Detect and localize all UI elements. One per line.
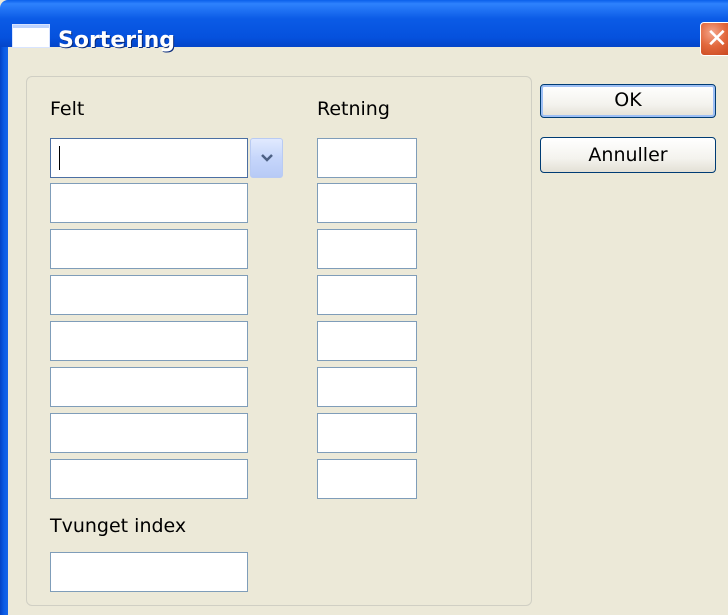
retning-label: Retning	[317, 98, 390, 120]
retning-field-5[interactable]	[317, 321, 417, 361]
ok-button[interactable]: OK	[540, 84, 716, 118]
felt-field-5[interactable]	[50, 321, 248, 361]
retning-field-3[interactable]	[317, 229, 417, 269]
retning-field-1[interactable]	[317, 138, 417, 178]
felt-dropdown-button[interactable]	[250, 138, 283, 178]
felt-field-8[interactable]	[50, 459, 248, 499]
text-caret	[59, 146, 60, 170]
felt-field-6[interactable]	[50, 367, 248, 407]
felt-label: Felt	[50, 98, 85, 120]
retning-field-2[interactable]	[317, 183, 417, 223]
felt-field-4[interactable]	[50, 275, 248, 315]
retning-field-6[interactable]	[317, 367, 417, 407]
cancel-button[interactable]: Annuller	[540, 137, 716, 173]
close-button[interactable]: ✕	[700, 22, 728, 56]
sortering-dialog: Sortering ✕ Felt Retning Tvunget index O…	[0, 0, 728, 615]
retning-field-7[interactable]	[317, 413, 417, 453]
retning-field-4[interactable]	[317, 275, 417, 315]
retning-field-8[interactable]	[317, 459, 417, 499]
felt-field-7[interactable]	[50, 413, 248, 453]
close-icon: ✕	[706, 24, 728, 54]
window-icon	[12, 24, 50, 48]
felt-field-3[interactable]	[50, 229, 248, 269]
window-left-border	[0, 47, 8, 615]
tvunget-index-label: Tvunget index	[50, 515, 187, 537]
window-title: Sortering	[58, 28, 176, 53]
tvunget-index-field[interactable]	[50, 552, 248, 592]
felt-field-1[interactable]	[50, 138, 248, 178]
title-bar[interactable]: Sortering ✕	[0, 0, 728, 56]
chevron-down-icon	[261, 154, 273, 162]
felt-field-2[interactable]	[50, 183, 248, 223]
